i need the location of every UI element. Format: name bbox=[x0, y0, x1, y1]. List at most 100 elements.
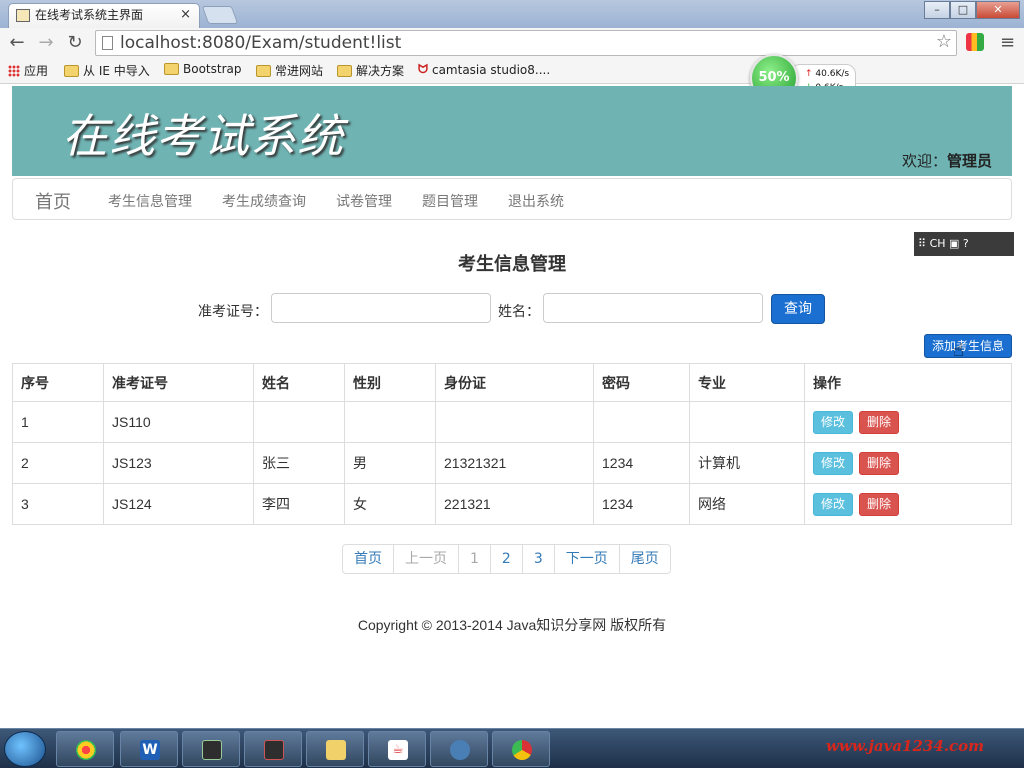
cell-id-card: 21321321 bbox=[435, 442, 594, 484]
exam-no-label: 准考证号： bbox=[198, 304, 268, 320]
page-prev[interactable]: 上一页 bbox=[393, 545, 458, 573]
cell-index: 1 bbox=[12, 401, 104, 443]
bookmark-label: Bootstrap bbox=[183, 62, 242, 76]
exam-no-input[interactable] bbox=[271, 293, 491, 323]
bookmark-label: 常进网站 bbox=[275, 64, 324, 78]
upload-speed: 40.6K/s bbox=[815, 69, 850, 79]
table-row: 1 JS110 修改 删除 bbox=[12, 401, 1012, 443]
column-header: 姓名 bbox=[253, 363, 345, 402]
cell-actions: 修改 删除 bbox=[804, 442, 1012, 484]
taskbar-app-chrome[interactable] bbox=[492, 731, 550, 767]
reload-icon[interactable]: ↻ bbox=[64, 32, 86, 53]
column-header: 准考证号 bbox=[103, 363, 254, 402]
hand-cursor-icon: ☝ bbox=[953, 340, 964, 361]
current-user: 管理员 bbox=[946, 152, 992, 170]
tab-close-icon[interactable]: × bbox=[180, 4, 191, 26]
taskbar-app-explorer[interactable] bbox=[306, 731, 364, 767]
bookmark-bootstrap[interactable]: Bootstrap bbox=[164, 62, 241, 76]
query-button[interactable]: 查询 bbox=[771, 294, 825, 324]
delete-button[interactable]: 删除 bbox=[859, 410, 899, 434]
nav-item-question-management[interactable]: 题目管理 bbox=[422, 191, 478, 211]
pagination: 首页 上一页 1 2 3 下一页 尾页 bbox=[342, 544, 671, 574]
bookmark-import-ie[interactable]: 从 IE 中导入 bbox=[64, 62, 150, 79]
cell-name: 张三 bbox=[253, 442, 345, 484]
close-window-button[interactable]: ✕ bbox=[976, 1, 1020, 19]
bookmark-label: camtasia studio8.... bbox=[431, 62, 551, 77]
nav-home[interactable]: 首页 bbox=[35, 188, 71, 214]
delete-button[interactable]: 删除 bbox=[859, 451, 899, 475]
maximize-button[interactable]: □ bbox=[950, 1, 976, 19]
minimize-button[interactable]: – bbox=[924, 1, 950, 19]
column-header: 序号 bbox=[12, 363, 104, 402]
nav-item-paper-management[interactable]: 试卷管理 bbox=[336, 191, 392, 211]
nav-item-logout[interactable]: 退出系统 bbox=[508, 191, 564, 211]
nav-item-student-management[interactable]: 考生信息管理 bbox=[108, 191, 192, 211]
java-icon: ☕ bbox=[388, 740, 408, 760]
delete-button[interactable]: 删除 bbox=[859, 492, 899, 516]
edit-button[interactable]: 修改 bbox=[813, 451, 853, 475]
wps-writer-icon: W bbox=[140, 740, 160, 760]
address-bar[interactable]: localhost:8080/Exam/student!list ☆ bbox=[95, 30, 957, 56]
taskbar-app-wps[interactable]: W bbox=[120, 731, 178, 767]
cell-index: 2 bbox=[12, 442, 104, 484]
edit-button[interactable]: 修改 bbox=[813, 410, 853, 434]
ime-help-icon: ? bbox=[962, 237, 969, 250]
browser-tab[interactable]: 在线考试系统主界面 × bbox=[8, 3, 200, 28]
cell-name: 李四 bbox=[253, 483, 345, 525]
students-table: 序号 准考证号 姓名 性别 身份证 密码 专业 操作 1 JS110 修改 删除 … bbox=[12, 363, 1012, 525]
browser-toolbar: ← → ↻ localhost:8080/Exam/student!list ☆… bbox=[0, 28, 1024, 58]
cell-index: 3 bbox=[12, 483, 104, 525]
browser-menu-icon[interactable]: ≡ bbox=[1000, 32, 1015, 53]
add-student-button[interactable]: 添加考生信息 bbox=[924, 334, 1012, 358]
page-3[interactable]: 3 bbox=[521, 545, 554, 573]
folder-icon bbox=[256, 64, 271, 77]
nav-item-score-query[interactable]: 考生成绩查询 bbox=[222, 191, 306, 211]
recorder-icon bbox=[264, 740, 284, 760]
start-button-icon[interactable] bbox=[4, 731, 46, 767]
page-first[interactable]: 首页 bbox=[343, 545, 393, 573]
cell-major: 网络 bbox=[689, 483, 805, 525]
page-favicon-icon bbox=[16, 9, 30, 22]
taskbar-app-java[interactable]: ☕ bbox=[368, 731, 426, 767]
browser-titlebar: 在线考试系统主界面 × – □ ✕ bbox=[0, 0, 1024, 28]
extension-icon[interactable] bbox=[966, 33, 984, 51]
column-header: 密码 bbox=[593, 363, 690, 402]
back-icon[interactable]: ← bbox=[6, 32, 28, 53]
cell-major bbox=[689, 401, 805, 443]
url-text: localhost:8080/Exam/student!list bbox=[120, 33, 402, 53]
bookmark-camtasia[interactable]: ᗢ camtasia studio8.... bbox=[418, 62, 550, 77]
page-last[interactable]: 尾页 bbox=[618, 545, 670, 573]
bookmark-solutions[interactable]: 解决方案 bbox=[337, 62, 404, 79]
bookmarks-bar: 应用 从 IE 中导入 Bootstrap 常进网站 解决方案 ᗢ camtas… bbox=[0, 58, 1024, 84]
cell-actions: 修改 删除 bbox=[804, 483, 1012, 525]
page-1[interactable]: 1 bbox=[458, 545, 490, 573]
watermark-text: www.java1234.com bbox=[826, 737, 985, 755]
bookmark-label: 从 IE 中导入 bbox=[83, 64, 150, 78]
page-2[interactable]: 2 bbox=[489, 545, 522, 573]
bookmark-apps[interactable]: 应用 bbox=[8, 62, 48, 79]
table-row: 2 JS123 张三 男 21321321 1234 计算机 修改 删除 bbox=[12, 442, 1012, 484]
new-tab-button[interactable] bbox=[201, 6, 239, 24]
copyright-footer: Copyright © 2013-2014 Java知识分享网 版权所有 bbox=[357, 617, 667, 633]
cell-password bbox=[593, 401, 690, 443]
cell-gender bbox=[344, 401, 436, 443]
forward-icon[interactable]: → bbox=[35, 32, 57, 53]
page-next[interactable]: 下一页 bbox=[553, 545, 619, 573]
taskbar-app-mysql[interactable] bbox=[430, 731, 488, 767]
bookmark-star-icon[interactable]: ☆ bbox=[936, 30, 952, 54]
page-icon bbox=[102, 36, 113, 50]
welcome-text: 欢迎：管理员 bbox=[902, 150, 992, 171]
cell-gender: 女 bbox=[344, 483, 436, 525]
apps-grid-icon bbox=[8, 64, 20, 77]
console-icon bbox=[202, 740, 222, 760]
column-header: 性别 bbox=[344, 363, 436, 402]
taskbar-app-console[interactable] bbox=[182, 731, 240, 767]
folder-icon bbox=[164, 63, 179, 75]
name-input[interactable] bbox=[543, 293, 763, 323]
bookmark-label: 应用 bbox=[24, 64, 49, 78]
taskbar-app-picasa[interactable] bbox=[56, 731, 114, 767]
bookmark-common-sites[interactable]: 常进网站 bbox=[256, 62, 323, 79]
ime-grip-icon: ⠿ bbox=[918, 237, 927, 250]
taskbar-app-recorder[interactable] bbox=[244, 731, 302, 767]
edit-button[interactable]: 修改 bbox=[813, 492, 853, 516]
